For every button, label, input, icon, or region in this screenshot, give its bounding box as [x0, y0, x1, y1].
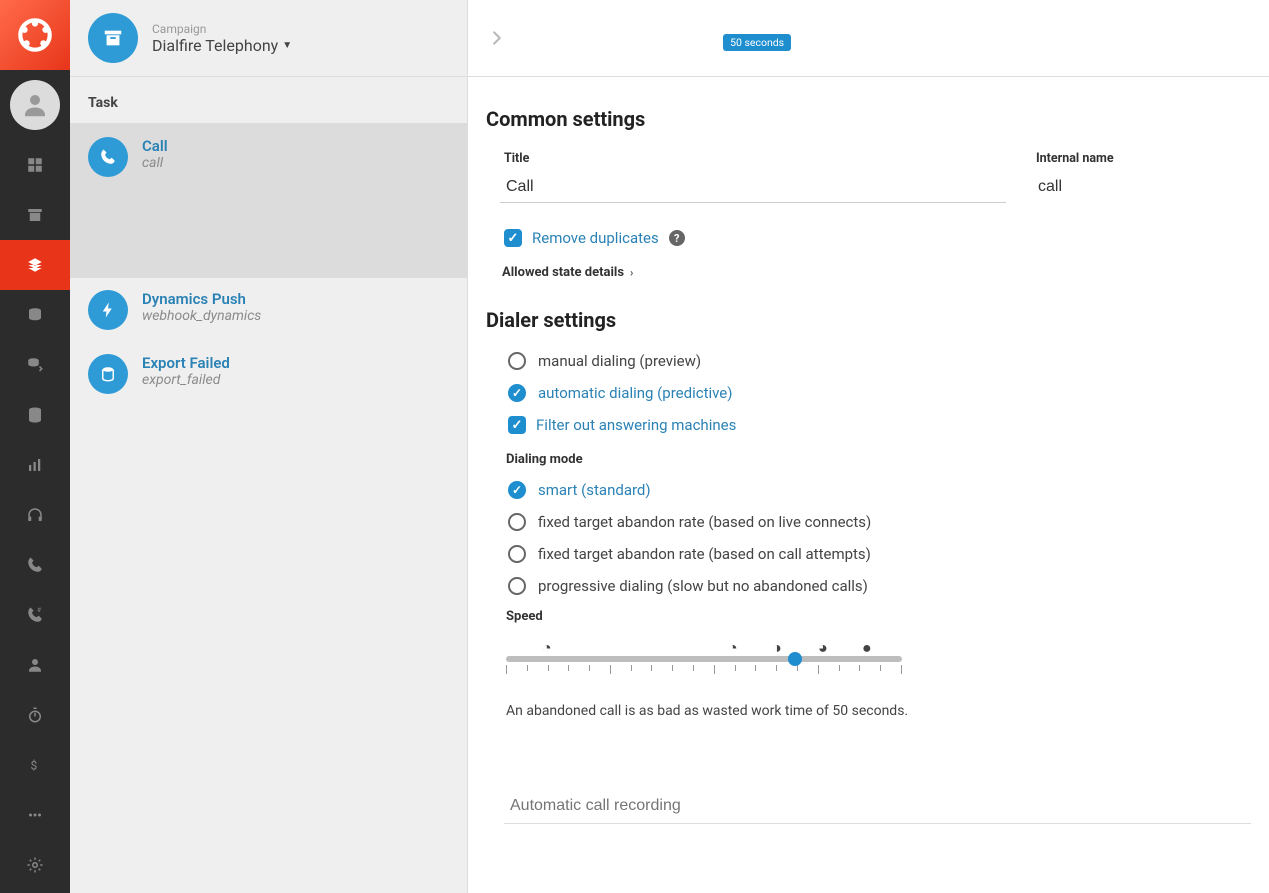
- radio-label: progressive dialing (slow but no abandon…: [538, 577, 868, 595]
- radio-mode-fixed-live[interactable]: fixed target abandon rate (based on live…: [508, 513, 1251, 531]
- task-item-export-failed[interactable]: Export Failed export_failed: [70, 342, 467, 406]
- radio-icon: [508, 577, 526, 595]
- gauge-icon: ◔: [728, 638, 738, 658]
- chevron-right-icon[interactable]: [486, 27, 508, 49]
- campaign-label: Campaign: [152, 22, 292, 36]
- radio-manual-dialing[interactable]: manual dialing (preview): [508, 352, 1251, 370]
- title-label: Title: [500, 151, 1006, 166]
- slider-tooltip: 50 seconds: [723, 34, 791, 51]
- allowed-state-details-toggle[interactable]: Allowed state details ›: [488, 265, 1251, 280]
- campaign-icon: [88, 13, 138, 63]
- task-item-call[interactable]: Call call: [70, 123, 467, 278]
- task-title: Dynamics Push: [142, 290, 261, 308]
- filter-answering-machines-checkbox[interactable]: [508, 416, 526, 434]
- radio-icon: [508, 545, 526, 563]
- rail-more-icon[interactable]: [0, 790, 70, 840]
- help-icon[interactable]: ?: [669, 230, 685, 246]
- rail-dialpad-icon[interactable]: #: [0, 590, 70, 640]
- rail-settings-icon[interactable]: [0, 840, 70, 890]
- main-header: [468, 0, 1269, 77]
- rail-coins-icon[interactable]: [0, 290, 70, 340]
- task-sub: export_failed: [142, 372, 230, 388]
- filter-answering-machines-label: Filter out answering machines: [536, 416, 736, 434]
- radio-mode-fixed-attempt[interactable]: fixed target abandon rate (based on call…: [508, 545, 1251, 563]
- speed-gauge-icons: ◔ ◔ ◑ ◕ ●: [506, 638, 902, 654]
- gauge-icon: ◔: [542, 638, 552, 658]
- task-item-dynamics-push[interactable]: Dynamics Push webhook_dynamics: [70, 278, 467, 342]
- task-heading: Task: [70, 77, 467, 123]
- slider-thumb[interactable]: [788, 652, 802, 666]
- radio-label: manual dialing (preview): [538, 352, 701, 370]
- svg-text:$: $: [31, 759, 38, 773]
- task-title: Export Failed: [142, 354, 230, 372]
- rail-phone-icon[interactable]: [0, 540, 70, 590]
- common-settings-heading: Common settings: [486, 107, 1251, 131]
- user-avatar[interactable]: [0, 70, 70, 140]
- database-icon: [88, 354, 128, 394]
- chevron-right-icon: ›: [630, 266, 633, 279]
- slider-ticks: [506, 665, 902, 675]
- svg-text:#: #: [37, 607, 41, 614]
- task-title: Call: [142, 137, 168, 155]
- radio-icon: [508, 481, 526, 499]
- radio-icon: [508, 513, 526, 531]
- speed-slider[interactable]: ◔ ◔ ◑ ◕ ● 50 seconds: [506, 638, 1249, 675]
- rail-database-icon[interactable]: [0, 390, 70, 440]
- campaign-name-text: Dialfire Telephony: [152, 36, 278, 55]
- allowed-state-label: Allowed state details: [502, 265, 624, 280]
- radio-mode-smart[interactable]: smart (standard): [508, 481, 1251, 499]
- auto-call-recording-input[interactable]: [504, 789, 1251, 824]
- bolt-icon: [88, 290, 128, 330]
- slider-note: An abandoned call is as bad as wasted wo…: [506, 703, 1251, 719]
- radio-label: automatic dialing (predictive): [538, 384, 733, 402]
- rail-user-icon[interactable]: [0, 640, 70, 690]
- rail-layers-icon[interactable]: [0, 240, 70, 290]
- rail-barchart-icon[interactable]: [0, 440, 70, 490]
- rail-dashboard-icon[interactable]: [0, 140, 70, 190]
- internal-name-input[interactable]: [1032, 172, 1251, 202]
- campaign-name: Dialfire Telephony ▼: [152, 36, 292, 55]
- rail-archive-icon[interactable]: [0, 190, 70, 240]
- radio-label: smart (standard): [538, 481, 651, 499]
- gauge-icon: ◕: [818, 638, 828, 658]
- rail-headphones-icon[interactable]: [0, 490, 70, 540]
- rail-dollar-icon[interactable]: $: [0, 740, 70, 790]
- main-panel: Common settings Title Internal name Remo…: [468, 0, 1269, 893]
- internal-name-label: Internal name: [1032, 151, 1251, 166]
- radio-icon: [508, 352, 526, 370]
- phone-icon: [88, 137, 128, 177]
- caret-down-icon: ▼: [282, 40, 292, 51]
- task-panel: Campaign Dialfire Telephony ▼ Task Call …: [70, 0, 468, 893]
- radio-mode-progressive[interactable]: progressive dialing (slow but no abandon…: [508, 577, 1251, 595]
- app-logo[interactable]: [0, 0, 70, 70]
- speed-label: Speed: [506, 609, 1251, 624]
- rail-coins-export-icon[interactable]: [0, 340, 70, 390]
- task-sub: webhook_dynamics: [142, 308, 261, 324]
- radio-label: fixed target abandon rate (based on live…: [538, 513, 871, 531]
- rail-stopwatch-icon[interactable]: [0, 690, 70, 740]
- radio-label: fixed target abandon rate (based on call…: [538, 545, 871, 563]
- task-sub: call: [142, 155, 168, 171]
- dialer-settings-heading: Dialer settings: [486, 308, 1251, 332]
- remove-duplicates-label: Remove duplicates: [532, 229, 659, 247]
- title-input[interactable]: [500, 172, 1006, 203]
- remove-duplicates-checkbox[interactable]: [504, 229, 522, 247]
- radio-automatic-dialing[interactable]: automatic dialing (predictive): [508, 384, 1251, 402]
- radio-icon: [508, 384, 526, 402]
- gauge-icon: ◑: [772, 638, 782, 658]
- campaign-selector[interactable]: Campaign Dialfire Telephony ▼: [70, 0, 467, 77]
- slider-track[interactable]: [506, 656, 902, 662]
- gauge-icon: ●: [862, 638, 872, 658]
- dialing-mode-label: Dialing mode: [506, 452, 1251, 467]
- left-icon-rail: # $: [0, 0, 70, 893]
